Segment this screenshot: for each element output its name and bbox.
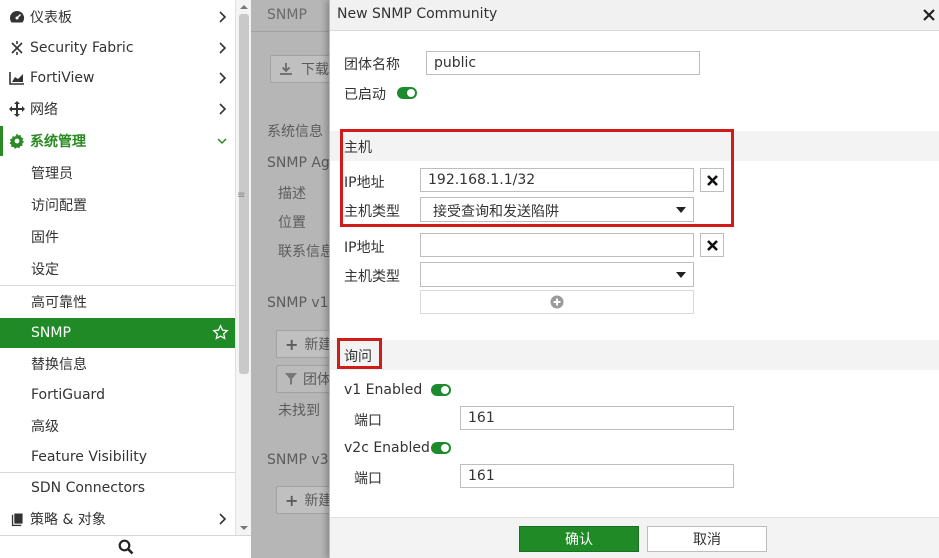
v2c-port-label: 端口 [354,471,382,487]
chevron-down-icon [676,207,686,213]
ok-button[interactable]: 确认 [519,526,639,552]
chevron-right-icon [219,42,227,54]
sidebar-item-label: 替换信息 [31,357,87,373]
chart-icon [6,71,28,85]
sidebar-scrollbar[interactable] [235,0,251,535]
gear-icon [6,133,28,149]
sidebar-item-label: Feature Visibility [31,449,148,465]
sidebar-item-network[interactable]: 网络 [0,94,235,124]
v1-enabled-toggle[interactable] [431,384,451,396]
security-fabric-icon [6,40,28,56]
host1-ip-label: IP地址 [344,175,385,191]
sidebar-item-label: 管理员 [31,166,73,182]
add-host-button[interactable] [420,290,694,314]
sidebar-item-dashboard[interactable]: 仪表板 [0,2,235,32]
modal-overlay[interactable] [251,0,329,558]
chevron-right-icon [219,103,227,115]
sidebar: 仪表板 Security Fabric FortiView 网络 系统管理 管理… [0,0,251,558]
v2c-port-input[interactable] [460,464,734,488]
hosts-section-title: 主机 [344,140,372,156]
star-icon[interactable] [212,324,229,341]
sidebar-divider [0,285,235,286]
query-section-title: 询问 [344,349,372,365]
remove-icon [706,239,718,251]
chevron-right-icon [219,513,227,525]
chevron-right-icon [219,11,227,23]
sidebar-item-label: 设定 [31,262,59,278]
sidebar-item-label: 高级 [31,419,59,435]
enabled-toggle[interactable] [397,87,417,99]
sidebar-item-admins[interactable]: 管理员 [0,158,235,188]
host2-remove-button[interactable] [700,233,724,257]
sidebar-search-button[interactable] [0,535,251,558]
new-snmp-community-dialog: New SNMP Community 团体名称 已启动 主机 IP地址 主机类型… [329,0,939,558]
host1-type-select[interactable]: 接受查询和发送陷阱 [420,197,694,222]
close-icon[interactable] [923,9,935,21]
sidebar-item-system[interactable]: 系统管理 [0,126,235,156]
resize-grip-icon[interactable]: ≡ [237,190,245,201]
v1-port-input[interactable] [460,406,734,430]
v2c-enabled-toggle[interactable] [431,442,451,454]
search-icon [118,539,133,555]
sidebar-item-advanced[interactable]: 高级 [0,411,235,441]
host2-type-select[interactable] [420,262,694,287]
sidebar-item-access-profile[interactable]: 访问配置 [0,190,235,220]
host2-ip-label: IP地址 [344,240,385,256]
sidebar-item-ha[interactable]: 高可靠性 [0,287,235,317]
v1-port-label: 端口 [354,413,382,429]
sidebar-item-fortiguard[interactable]: FortiGuard [0,380,235,410]
sidebar-item-label: FortiView [30,70,95,86]
chevron-down-icon [676,272,686,278]
sidebar-item-firmware[interactable]: 固件 [0,222,235,252]
host1-remove-button[interactable] [700,168,724,192]
host1-ip-input[interactable] [420,168,694,192]
dialog-header: New SNMP Community [330,0,939,31]
remove-icon [706,174,718,186]
host2-ip-input[interactable] [420,233,694,257]
dialog-title: New SNMP Community [337,6,498,22]
sidebar-item-label: SDN Connectors [31,480,146,496]
sidebar-item-feature-visibility[interactable]: Feature Visibility [0,442,235,472]
query-section-header [330,340,939,370]
sidebar-item-label: 固件 [31,230,59,246]
sidebar-item-label: 仪表板 [30,10,72,26]
sidebar-item-snmp[interactable]: SNMP [0,318,235,348]
add-icon [550,295,564,309]
sidebar-item-policy-objects[interactable]: 策略 & 对象 [0,504,235,534]
scroll-down-icon[interactable] [240,524,248,532]
sidebar-item-security-fabric[interactable]: Security Fabric [0,33,235,63]
v2c-enabled-label: v2c Enabled [344,440,430,456]
network-icon [6,101,28,117]
policy-icon [6,511,28,527]
community-name-input[interactable] [426,51,700,75]
scroll-up-icon[interactable] [240,3,248,11]
sidebar-item-label: 策略 & 对象 [30,512,106,528]
host1-type-label: 主机类型 [344,204,400,220]
host1-type-value: 接受查询和发送陷阱 [433,204,559,220]
sidebar-item-sdn-connectors[interactable]: SDN Connectors [0,473,235,503]
sidebar-item-settings[interactable]: 设定 [0,254,235,284]
cancel-button[interactable]: 取消 [647,526,767,552]
chevron-right-icon [219,72,227,84]
community-name-label: 团体名称 [344,57,400,73]
hosts-section-header [330,131,939,161]
host2-type-label: 主机类型 [344,269,400,285]
sidebar-item-replacement-messages[interactable]: 替换信息 [0,349,235,379]
chevron-down-icon [217,138,227,145]
sidebar-item-label: 高可靠性 [31,295,87,311]
dashboard-icon [6,10,28,24]
dialog-footer: 确认 取消 [330,517,939,558]
sidebar-item-label: 网络 [30,102,58,118]
sidebar-item-label: SNMP [31,325,71,341]
sidebar-item-label: 系统管理 [30,134,86,150]
sidebar-item-fortiview[interactable]: FortiView [0,63,235,93]
enabled-label: 已启动 [344,87,386,103]
sidebar-item-label: FortiGuard [31,387,105,403]
sidebar-item-label: Security Fabric [30,40,134,56]
sidebar-item-label: 访问配置 [31,198,87,214]
v1-enabled-label: v1 Enabled [344,382,423,398]
